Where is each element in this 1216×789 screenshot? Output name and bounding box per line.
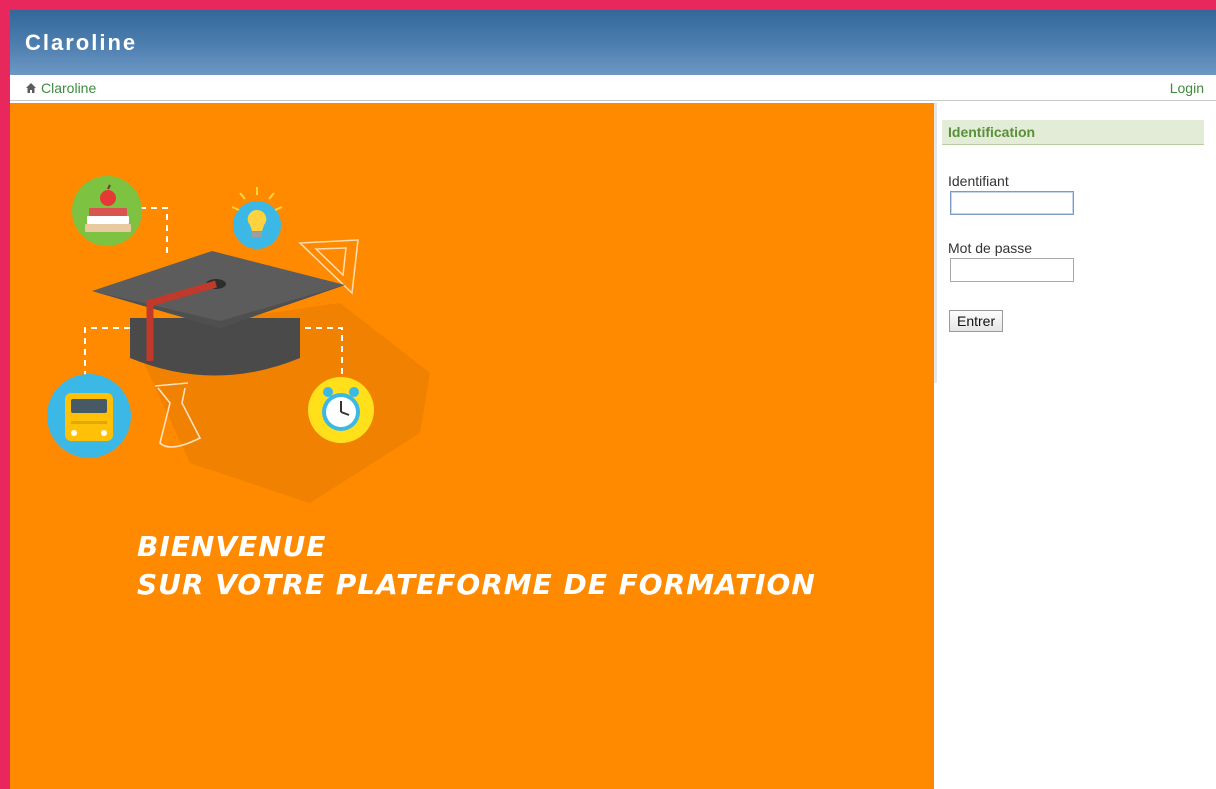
password-input[interactable] [950, 258, 1074, 282]
app-window: Claroline Claroline Login BIENVENUE SUR … [10, 10, 1216, 789]
username-input[interactable] [950, 191, 1074, 215]
lightbulb-icon [231, 187, 283, 249]
password-label: Mot de passe [948, 240, 1033, 256]
school-bus-icon [47, 374, 131, 458]
login-submit-button[interactable]: Entrer [949, 310, 1004, 332]
welcome-line-1: Bienvenue [137, 530, 327, 563]
login-link[interactable]: Login [1170, 80, 1204, 96]
site-banner: Claroline [10, 10, 1216, 75]
welcome-message: Bienvenue sur votre plateforme de format… [137, 528, 816, 604]
home-icon [26, 83, 36, 93]
alarm-clock-icon [308, 377, 374, 443]
education-illustration [47, 176, 430, 503]
username-label: Identifiant [948, 173, 1009, 189]
welcome-banner: Bienvenue sur votre plateforme de format… [10, 103, 934, 789]
breadcrumb: Claroline Login [10, 75, 1216, 101]
site-title[interactable]: Claroline [25, 30, 137, 56]
login-panel-header: Identification [942, 120, 1204, 145]
breadcrumb-home-link[interactable]: Claroline [25, 80, 96, 96]
sidebar-divider [934, 103, 937, 383]
page-frame [0, 0, 1216, 10]
breadcrumb-home-label: Claroline [41, 80, 97, 96]
books-apple-icon [72, 176, 142, 246]
login-sidebar: Identification Identifiant Mot de passe … [934, 103, 1216, 789]
login-panel-title: Identification [948, 124, 1036, 140]
welcome-line-2: sur votre plateforme de formation [137, 568, 816, 601]
